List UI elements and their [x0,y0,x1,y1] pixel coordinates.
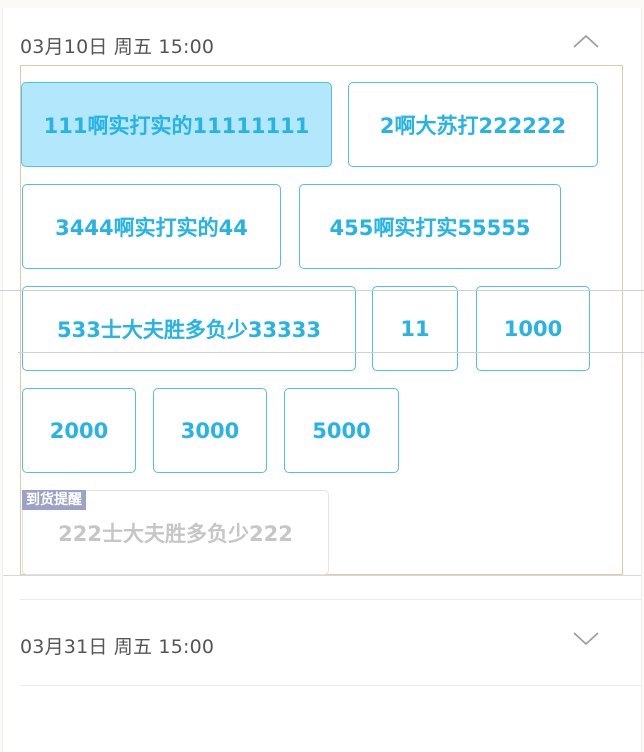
ticket-option-7[interactable]: 1000 [476,286,590,371]
guide-line [0,290,644,291]
chevron-down-icon[interactable] [573,630,599,648]
ticket-option-label: 1000 [503,316,563,341]
ticket-option-9[interactable]: 3000 [153,388,267,473]
ticket-option-6[interactable]: 11 [372,286,458,371]
ticket-option-label: 3444啊实打实的44 [55,215,248,240]
session-header-1[interactable]: 03月10日 周五 15:00 [3,8,641,68]
ticket-option-label: 5000 [312,418,371,443]
section-divider [20,599,641,600]
ticket-option-label: 222士大夫胜多负少222 [58,521,293,546]
session-header-2[interactable]: 03月31日 周五 15:00 [3,608,641,668]
ticket-option-3[interactable]: 3444啊实打实的44 [22,184,281,269]
session-list-panel: 03月10日 周五 15:00 111啊实打实的11111111 2啊大苏打22… [2,8,642,752]
ticket-option-1[interactable]: 111啊实打实的11111111 [21,82,332,167]
ticket-option-11-sold-out[interactable]: 到货提醒 222士大夫胜多负少222 [22,490,329,575]
ticket-option-10[interactable]: 5000 [284,388,399,473]
session-date-1: 03月10日 周五 15:00 [20,36,215,58]
ticket-option-2[interactable]: 2啊大苏打222222 [348,82,598,167]
section-divider [20,685,641,686]
ticket-option-label: 2啊大苏打222222 [379,113,567,138]
ticket-option-8[interactable]: 2000 [22,388,136,473]
ticket-option-label: 11 [400,316,430,341]
ticket-option-label: 111啊实打实的11111111 [43,113,310,138]
section-divider [3,575,641,576]
ticket-option-label: 455啊实打实55555 [329,215,531,240]
ticket-option-label: 533士大夫胜多负少33333 [57,317,321,342]
ticket-option-label: 3000 [180,418,240,443]
session-date-2: 03月31日 周五 15:00 [20,636,215,658]
ticket-option-5[interactable]: 533士大夫胜多负少33333 [22,286,356,371]
restock-reminder-badge: 到货提醒 [22,490,86,510]
guide-line [18,352,644,353]
ticket-option-4[interactable]: 455啊实打实55555 [299,184,561,269]
ticket-option-label: 2000 [49,418,109,443]
ticket-options-group: 111啊实打实的11111111 2啊大苏打222222 3444啊实打实的44… [20,65,623,575]
chevron-up-icon[interactable] [573,32,599,50]
